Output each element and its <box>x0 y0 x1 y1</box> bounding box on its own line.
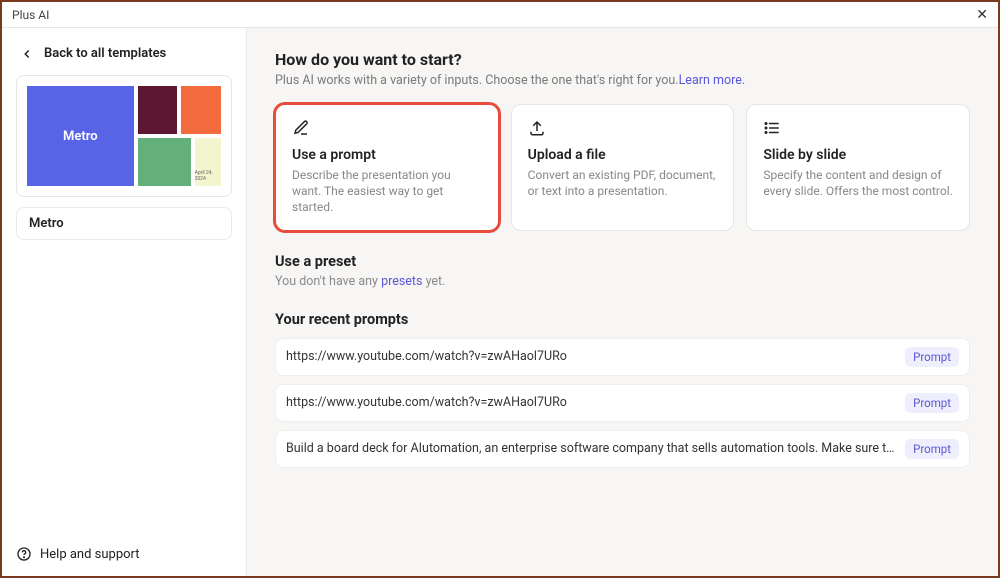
upload-icon <box>528 119 546 137</box>
presets-link[interactable]: presets <box>381 274 422 289</box>
thumbnail-tile: April 24, 2024 <box>195 138 221 186</box>
recent-prompt-item[interactable]: https://www.youtube.com/watch?v=zwAHaol7… <box>275 338 970 376</box>
start-option-cards: Use a prompt Describe the presentation y… <box>275 104 970 231</box>
page-subheading: Plus AI works with a variety of inputs. … <box>275 73 970 88</box>
prompt-badge[interactable]: Prompt <box>905 439 959 459</box>
card-desc: Specify the content and design of every … <box>763 167 953 199</box>
help-and-support-link[interactable]: Help and support <box>16 546 140 562</box>
card-desc: Describe the presentation you want. The … <box>292 167 482 216</box>
recent-prompt-text: Build a board deck for AIutomation, an e… <box>286 441 895 456</box>
close-icon[interactable]: ✕ <box>976 7 988 23</box>
help-icon <box>16 546 32 562</box>
template-name-card[interactable]: Metro <box>16 207 232 240</box>
option-card-upload-a-file[interactable]: Upload a file Convert an existing PDF, d… <box>511 104 735 231</box>
help-label: Help and support <box>40 547 140 562</box>
thumbnail-tile-main: Metro <box>27 86 134 186</box>
recent-prompt-item[interactable]: https://www.youtube.com/watch?v=zwAHaol7… <box>275 384 970 422</box>
thumbnail-tile <box>138 138 191 186</box>
chevron-left-icon <box>20 47 34 61</box>
preset-section-title: Use a preset <box>275 253 970 270</box>
thumbnail-tile <box>138 86 178 134</box>
app-title: Plus AI <box>12 8 49 22</box>
recent-prompt-text: https://www.youtube.com/watch?v=zwAHaol7… <box>286 349 895 364</box>
main-panel: How do you want to start? Plus AI works … <box>247 28 998 576</box>
option-card-use-a-prompt[interactable]: Use a prompt Describe the presentation y… <box>275 104 499 231</box>
recent-prompt-text: https://www.youtube.com/watch?v=zwAHaol7… <box>286 395 895 410</box>
recent-section-title: Your recent prompts <box>275 311 970 328</box>
list-icon <box>763 119 781 137</box>
page-heading: How do you want to start? <box>275 50 970 69</box>
template-thumbnail: Metro April 24, 2024 <box>27 86 221 186</box>
template-name: Metro <box>29 216 64 231</box>
card-title: Use a prompt <box>292 147 482 163</box>
back-to-templates-link[interactable]: Back to all templates <box>16 42 232 75</box>
card-title: Upload a file <box>528 147 718 163</box>
option-card-slide-by-slide[interactable]: Slide by slide Specify the content and d… <box>746 104 970 231</box>
preset-empty-text: You don't have any presets yet. <box>275 274 970 289</box>
edit-icon <box>292 119 310 137</box>
prompt-badge[interactable]: Prompt <box>905 347 959 367</box>
template-thumbnail-card[interactable]: Metro April 24, 2024 <box>16 75 232 197</box>
recent-prompt-item[interactable]: Build a board deck for AIutomation, an e… <box>275 430 970 468</box>
prompt-badge[interactable]: Prompt <box>905 393 959 413</box>
learn-more-link[interactable]: Learn more. <box>679 73 746 88</box>
thumbnail-tile <box>181 86 221 134</box>
titlebar: Plus AI ✕ <box>2 2 998 28</box>
sidebar: Back to all templates Metro April 24, 20… <box>2 28 247 576</box>
card-title: Slide by slide <box>763 147 953 163</box>
card-desc: Convert an existing PDF, document, or te… <box>528 167 718 199</box>
back-link-label: Back to all templates <box>44 46 166 61</box>
